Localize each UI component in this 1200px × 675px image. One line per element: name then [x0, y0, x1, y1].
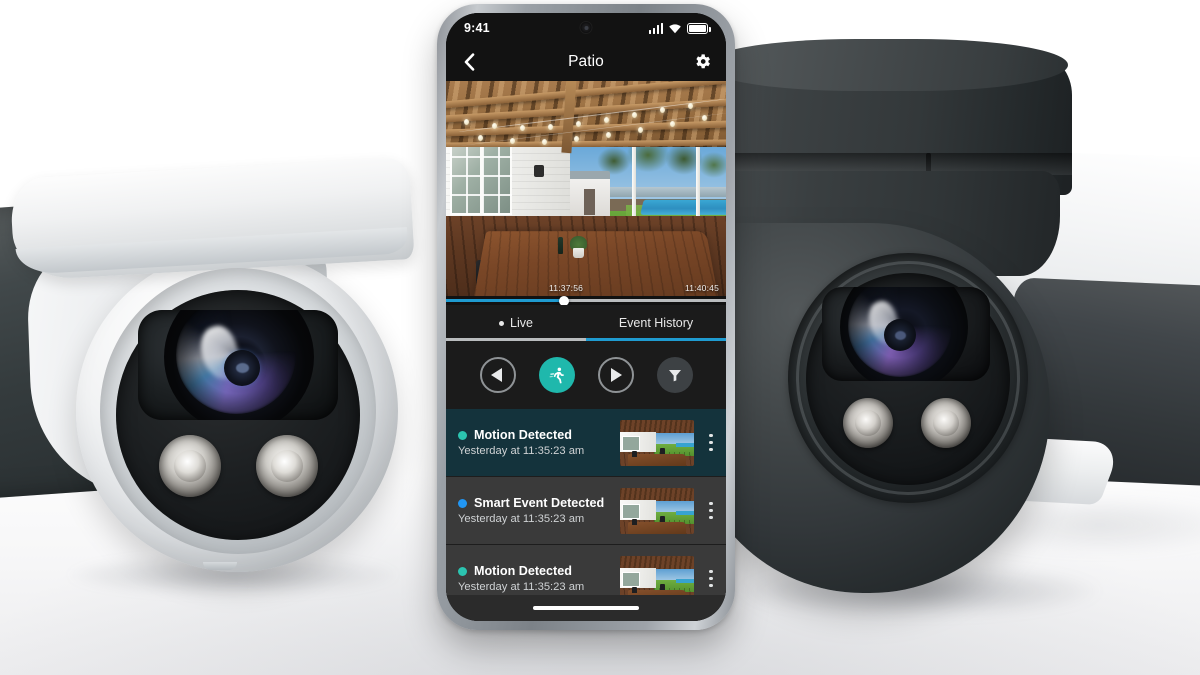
event-menu-button[interactable]	[702, 569, 720, 588]
front-camera-icon	[580, 22, 592, 33]
event-list-item[interactable]: Smart Event Detected Yesterday at 11:35:…	[446, 477, 726, 545]
wall-lamp	[534, 165, 544, 177]
timeline-scrubber[interactable]	[446, 295, 726, 306]
event-title: Motion Detected	[474, 564, 572, 578]
lens-pupil-core	[236, 363, 249, 373]
home-indicator[interactable]	[533, 606, 639, 610]
tab-event-history-label: Event History	[618, 316, 694, 330]
live-video-preview[interactable]: 11:37:56 11:40:45	[446, 81, 726, 296]
tab-live[interactable]: Live	[446, 305, 586, 341]
signal-icon	[648, 22, 663, 34]
event-menu-button[interactable]	[702, 501, 720, 520]
wifi-icon	[669, 23, 681, 33]
phone-screen-bezel: 9:41 Patio 11:37:56 11:40:45 Live Event …	[446, 13, 726, 621]
table-grain	[473, 231, 719, 296]
event-type-dot-icon	[458, 498, 467, 508]
ir-led-left	[159, 435, 221, 497]
event-timestamp: Yesterday at 11:35:23 am	[458, 581, 585, 593]
string-lights	[458, 99, 718, 151]
tab-underline-live	[446, 338, 586, 341]
settings-button[interactable]	[693, 52, 713, 72]
ir-led-right	[921, 398, 971, 448]
event-title: Motion Detected	[474, 428, 572, 442]
gear-icon	[696, 54, 710, 69]
video-timestamp-left: 11:37:56	[549, 283, 584, 293]
phone-device: 9:41 Patio 11:37:56 11:40:45 Live Event …	[437, 4, 735, 630]
event-title-row: Smart Event Detected	[458, 496, 612, 510]
event-title: Smart Event Detected	[474, 496, 605, 510]
live-dot-icon	[499, 320, 505, 326]
next-event-button[interactable]	[597, 357, 634, 393]
video-timestamp-right: 11:40:45	[684, 283, 719, 293]
event-timestamp: Yesterday at 11:35:23 am	[458, 445, 585, 457]
status-bar: 9:41	[446, 13, 726, 43]
scrubber-fill	[446, 299, 564, 302]
chevron-left-icon	[464, 53, 475, 71]
event-title-row: Motion Detected	[458, 564, 612, 578]
battery-icon	[687, 22, 711, 34]
tab-underline-event-history	[586, 338, 726, 341]
previous-event-button[interactable]	[479, 357, 516, 393]
app-screen: 9:41 Patio 11:37:56 11:40:45 Live Event …	[446, 13, 726, 621]
hero-scene: 9:41 Patio 11:37:56 11:40:45 Live Event …	[0, 0, 1200, 675]
camera-bottom-tab	[203, 562, 237, 570]
lens-pupil-core	[895, 331, 906, 340]
event-title-row: Motion Detected	[458, 428, 612, 442]
funnel-icon	[668, 370, 681, 382]
event-thumbnail[interactable]	[620, 419, 694, 466]
event-thumbnail[interactable]	[620, 487, 694, 534]
bottle	[558, 237, 563, 254]
event-text-block: Smart Event Detected Yesterday at 11:35:…	[458, 496, 612, 525]
event-history-list[interactable]: Motion Detected Yesterday at 11:35:23 am	[446, 409, 726, 595]
triangle-right-icon	[611, 368, 622, 382]
event-list-item[interactable]: Motion Detected Yesterday at 11:35:23 am	[446, 409, 726, 477]
page-title: Patio	[568, 53, 604, 70]
camera-lens-window	[138, 310, 338, 420]
filter-button[interactable]	[656, 357, 693, 393]
scrubber-handle[interactable]	[558, 295, 569, 306]
event-list-item[interactable]: Motion Detected Yesterday at 11:35:23 am	[446, 545, 726, 595]
tab-live-label: Live	[510, 316, 533, 330]
ir-led-left	[843, 398, 893, 448]
plant-pot	[573, 248, 584, 258]
back-button[interactable]	[459, 52, 479, 72]
tab-bar: Live Event History	[446, 305, 726, 341]
status-icons	[648, 22, 711, 34]
playback-controls	[446, 341, 726, 409]
event-menu-button[interactable]	[702, 433, 720, 452]
white-turret-dome-camera	[0, 150, 430, 620]
event-thumbnail[interactable]	[620, 555, 694, 595]
event-text-block: Motion Detected Yesterday at 11:35:23 am	[458, 428, 612, 457]
triangle-left-icon	[491, 368, 502, 382]
app-header: Patio	[446, 43, 726, 81]
camera-lens-window	[822, 287, 990, 381]
motion-filter-button[interactable]	[538, 357, 575, 393]
event-type-dot-icon	[458, 566, 467, 576]
tab-event-history[interactable]: Event History	[586, 305, 726, 341]
event-text-block: Motion Detected Yesterday at 11:35:23 am	[458, 564, 612, 593]
home-indicator-area	[446, 595, 726, 621]
running-person-icon	[549, 367, 564, 383]
shed-door	[584, 189, 595, 215]
status-time: 9:41	[464, 21, 490, 35]
ptz-base-top	[704, 39, 1068, 91]
fence	[596, 187, 726, 197]
tab-underline	[446, 338, 726, 341]
swimming-pool	[640, 199, 726, 215]
event-type-dot-icon	[458, 430, 467, 440]
black-ptz-dome-camera	[690, 25, 1200, 650]
ir-led-right	[256, 435, 318, 497]
event-timestamp: Yesterday at 11:35:23 am	[458, 513, 585, 525]
